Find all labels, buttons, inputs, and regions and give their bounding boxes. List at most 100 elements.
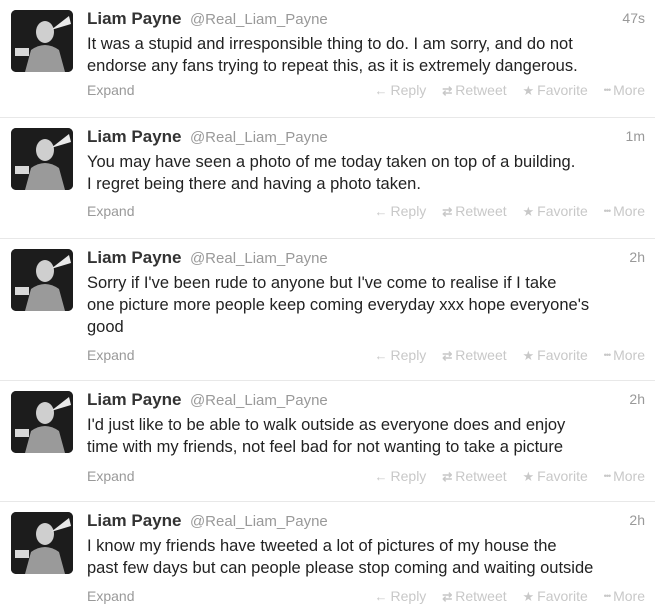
- tweet-text: You may have seen a photo of me today ta…: [87, 151, 647, 195]
- favorite-button[interactable]: ★ Favorite: [523, 347, 588, 364]
- author-name[interactable]: Liam Payne: [87, 127, 182, 146]
- more-label: More: [613, 468, 645, 484]
- reply-button[interactable]: ← Reply: [375, 203, 427, 219]
- favorite-button[interactable]: ★ Favorite: [523, 82, 588, 99]
- author-name[interactable]: Liam Payne: [87, 9, 182, 28]
- star-icon: ★: [522, 589, 535, 604]
- retweet-button[interactable]: ⇄ Retweet: [442, 468, 506, 484]
- favorite-button[interactable]: ★ Favorite: [523, 203, 588, 220]
- favorite-label: Favorite: [537, 82, 588, 98]
- retweet-icon: ⇄: [442, 84, 453, 98]
- ellipsis-icon: •••: [603, 85, 612, 95]
- favorite-button[interactable]: ★ Favorite: [523, 588, 588, 605]
- reply-arrow-icon: ←: [374, 204, 388, 219]
- retweet-label: Retweet: [455, 468, 507, 484]
- avatar[interactable]: [11, 512, 73, 574]
- reply-button[interactable]: ← Reply: [375, 468, 427, 484]
- reply-button[interactable]: ← Reply: [375, 588, 427, 604]
- timestamp[interactable]: 47s: [622, 10, 645, 26]
- expand-link[interactable]: Expand: [87, 347, 134, 363]
- author-handle[interactable]: @Real_Liam_Payne: [190, 513, 328, 530]
- avatar[interactable]: [11, 128, 73, 190]
- avatar[interactable]: [11, 10, 73, 72]
- tweet-header: Liam Payne @Real_Liam_Payne 2h: [87, 248, 645, 270]
- expand-link[interactable]: Expand: [87, 82, 134, 98]
- tweet-text-line: You may have seen a photo of me today ta…: [87, 153, 576, 171]
- retweet-icon: ⇄: [442, 470, 453, 484]
- tweet-actions: Expand ← Reply ⇄ Retweet ★ Favorite ••• More: [87, 347, 645, 367]
- avatar[interactable]: [11, 249, 73, 311]
- retweet-icon: ⇄: [442, 349, 453, 363]
- tweet-text-line: I know my friends have tweeted a lot of …: [87, 537, 557, 555]
- retweet-label: Retweet: [455, 588, 507, 604]
- star-icon: ★: [522, 469, 535, 484]
- reply-label: Reply: [390, 203, 427, 219]
- reply-arrow-icon: ←: [374, 589, 388, 604]
- tweet-text: Sorry if I've been rude to anyone but I'…: [87, 272, 647, 338]
- tweet-item[interactable]: Liam Payne @Real_Liam_Payne 1m You may h…: [0, 118, 655, 239]
- more-button[interactable]: ••• More: [604, 82, 645, 98]
- more-button[interactable]: ••• More: [604, 347, 645, 363]
- tweet-actions: Expand ← Reply ⇄ Retweet ★ Favorite ••• More: [87, 468, 645, 488]
- author-handle[interactable]: @Real_Liam_Payne: [190, 392, 328, 409]
- more-button[interactable]: ••• More: [604, 588, 645, 604]
- tweet-header: Liam Payne @Real_Liam_Payne 2h: [87, 390, 645, 412]
- author-name[interactable]: Liam Payne: [87, 511, 182, 530]
- expand-link[interactable]: Expand: [87, 468, 134, 484]
- author-handle[interactable]: @Real_Liam_Payne: [190, 11, 328, 28]
- tweet-text: I know my friends have tweeted a lot of …: [87, 535, 647, 579]
- favorite-label: Favorite: [537, 347, 588, 363]
- tweet-actions: Expand ← Reply ⇄ Retweet ★ Favorite ••• More: [87, 203, 645, 223]
- avatar[interactable]: [11, 391, 73, 453]
- retweet-icon: ⇄: [442, 590, 453, 604]
- more-label: More: [613, 82, 645, 98]
- ellipsis-icon: •••: [603, 206, 612, 216]
- retweet-button[interactable]: ⇄ Retweet: [442, 82, 506, 98]
- more-button[interactable]: ••• More: [604, 203, 645, 219]
- tweet-header: Liam Payne @Real_Liam_Payne 2h: [87, 511, 645, 533]
- timestamp[interactable]: 1m: [626, 128, 645, 144]
- reply-arrow-icon: ←: [374, 83, 388, 98]
- more-button[interactable]: ••• More: [604, 468, 645, 484]
- retweet-button[interactable]: ⇄ Retweet: [442, 347, 506, 363]
- expand-link[interactable]: Expand: [87, 203, 134, 219]
- star-icon: ★: [522, 348, 535, 363]
- reply-arrow-icon: ←: [374, 348, 388, 363]
- more-label: More: [613, 203, 645, 219]
- reply-label: Reply: [390, 347, 427, 363]
- tweet-item[interactable]: Liam Payne @Real_Liam_Payne 2h Sorry if …: [0, 239, 655, 381]
- tweet-text-line: I regret being there and having a photo …: [87, 175, 421, 193]
- tweet-text-line: one picture more people keep coming ever…: [87, 296, 590, 314]
- retweet-button[interactable]: ⇄ Retweet: [442, 588, 506, 604]
- tweet-text-line: Sorry if I've been rude to anyone but I'…: [87, 274, 557, 292]
- retweet-label: Retweet: [455, 82, 507, 98]
- tweet-text-line: good: [87, 318, 124, 336]
- author-name[interactable]: Liam Payne: [87, 248, 182, 267]
- favorite-label: Favorite: [537, 588, 588, 604]
- favorite-button[interactable]: ★ Favorite: [523, 468, 588, 485]
- retweet-label: Retweet: [455, 203, 507, 219]
- tweet-text-line: time with my friends, not feel bad for n…: [87, 438, 563, 456]
- timestamp[interactable]: 2h: [629, 391, 645, 407]
- star-icon: ★: [522, 204, 535, 219]
- author-name[interactable]: Liam Payne: [87, 390, 182, 409]
- tweet-header: Liam Payne @Real_Liam_Payne 1m: [87, 127, 645, 149]
- reply-arrow-icon: ←: [374, 469, 388, 484]
- timestamp[interactable]: 2h: [629, 249, 645, 265]
- tweet-item[interactable]: Liam Payne @Real_Liam_Payne 2h I'd just …: [0, 381, 655, 502]
- expand-link[interactable]: Expand: [87, 588, 134, 604]
- author-handle[interactable]: @Real_Liam_Payne: [190, 129, 328, 146]
- tweet-text-line: past few days but can people please stop…: [87, 559, 594, 577]
- ellipsis-icon: •••: [603, 471, 612, 481]
- tweet-feed: Liam Payne @Real_Liam_Payne 47s It was a…: [0, 0, 655, 610]
- retweet-icon: ⇄: [442, 205, 453, 219]
- reply-button[interactable]: ← Reply: [375, 347, 427, 363]
- retweet-button[interactable]: ⇄ Retweet: [442, 203, 506, 219]
- tweet-text: I'd just like to be able to walk outside…: [87, 414, 647, 458]
- reply-button[interactable]: ← Reply: [375, 82, 427, 98]
- ellipsis-icon: •••: [603, 591, 612, 601]
- timestamp[interactable]: 2h: [629, 512, 645, 528]
- tweet-item[interactable]: Liam Payne @Real_Liam_Payne 2h I know my…: [0, 502, 655, 610]
- author-handle[interactable]: @Real_Liam_Payne: [190, 250, 328, 267]
- tweet-item[interactable]: Liam Payne @Real_Liam_Payne 47s It was a…: [0, 0, 655, 118]
